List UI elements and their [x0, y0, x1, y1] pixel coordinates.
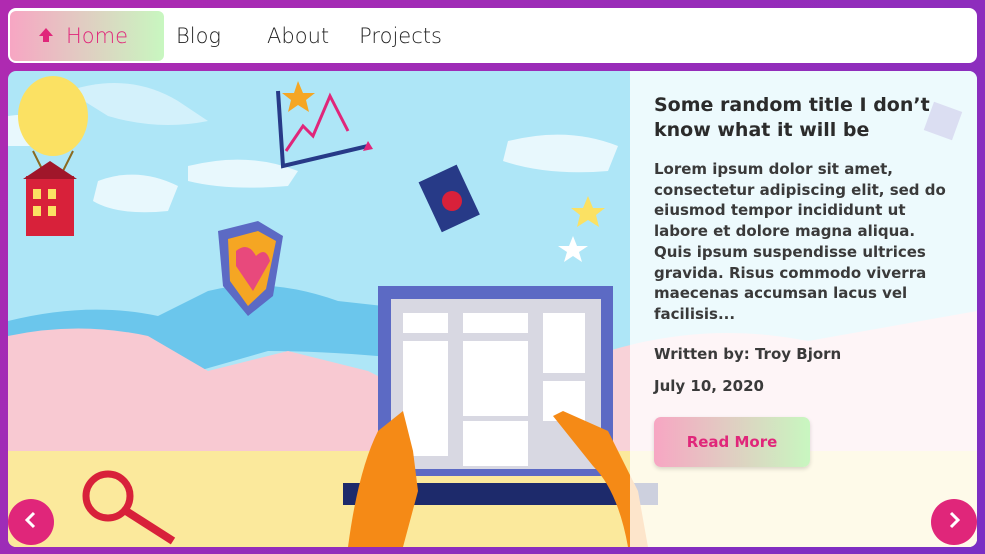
nav-about-label: About — [267, 23, 330, 48]
nav-blog-label: Blog — [176, 23, 222, 48]
post-panel: Some random title I don’t know what it w… — [630, 71, 977, 547]
next-slide-button[interactable] — [931, 499, 977, 545]
chevron-left-icon — [22, 511, 40, 533]
read-more-button[interactable]: Read More — [654, 416, 810, 467]
post-date: July 10, 2020 — [654, 376, 764, 395]
nav-blog[interactable]: Blog — [176, 11, 221, 61]
prev-slide-button[interactable] — [8, 499, 54, 545]
post-title: Some random title I don’t know what it w… — [654, 94, 930, 141]
nav-about[interactable]: About — [267, 11, 329, 61]
nav-home[interactable]: Home — [10, 10, 164, 61]
navbar: Home Blog About Projects — [8, 8, 977, 63]
post-excerpt: Lorem ipsum dolor sit amet, consectetur … — [654, 160, 946, 323]
blog-card: Some random title I don’t know what it w… — [8, 71, 977, 547]
nav-projects-label: Projects — [359, 23, 442, 48]
post-author: Written by: Troy Bjorn — [654, 344, 842, 363]
home-arrow-icon — [38, 24, 54, 48]
nav-projects[interactable]: Projects — [359, 11, 442, 61]
chevron-right-icon — [945, 511, 963, 533]
nav-home-label: Home — [66, 23, 129, 48]
